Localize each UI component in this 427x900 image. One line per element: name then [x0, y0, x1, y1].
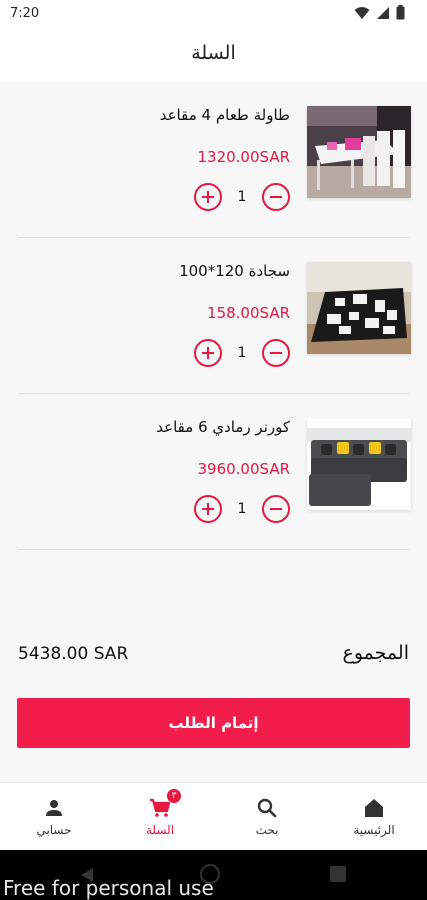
cart-count-badge: ٣: [167, 789, 181, 803]
cart-item: كورنر رمادي 6 مقاعد 3960.00SAR 1: [0, 394, 427, 550]
add-quantity-button[interactable]: [194, 495, 222, 523]
checkout-button[interactable]: إتمام الطلب: [17, 698, 410, 748]
battery-icon: [396, 5, 405, 20]
person-icon: [46, 800, 62, 816]
divider: [18, 549, 409, 550]
remove-quantity-button[interactable]: [262, 495, 290, 523]
cart-list: طاولة طعام 4 مقاعد 1320.00SAR 1 سجادة 12…: [0, 82, 427, 550]
recent-apps-icon[interactable]: [330, 866, 346, 882]
cart-item: طاولة طعام 4 مقاعد 1320.00SAR 1: [0, 82, 427, 238]
item-price: 3960.00SAR: [197, 460, 290, 478]
status-time: 7:20: [10, 6, 40, 21]
total-amount: 5438.00 SAR: [18, 644, 129, 664]
quantity-stepper: 1: [194, 495, 290, 523]
quantity-value: 1: [237, 189, 247, 205]
product-image-corner-sofa[interactable]: [307, 418, 411, 510]
nav-label-account: حسابي: [36, 823, 72, 837]
add-quantity-button[interactable]: [194, 339, 222, 367]
bottom-nav: الرئيسية بحث ٣ السلة حسابي: [0, 782, 427, 850]
total-row: 5438.00 SAR المجموع: [18, 642, 409, 672]
quantity-stepper: 1: [194, 339, 290, 367]
quantity-value: 1: [237, 345, 247, 361]
checkout-button-label: إتمام الطلب: [168, 714, 259, 732]
search-icon: [257, 798, 277, 818]
nav-item-cart[interactable]: ٣ السلة: [110, 783, 210, 851]
item-name: طاولة طعام 4 مقاعد: [159, 106, 290, 124]
add-quantity-button[interactable]: [194, 183, 222, 211]
nav-label-home: الرئيسية: [353, 823, 395, 837]
nav-label-cart: السلة: [145, 823, 175, 837]
watermark: Free for personal use: [3, 876, 214, 900]
item-price: 158.00SAR: [207, 304, 290, 322]
status-icons: [354, 5, 405, 20]
rug-image: [307, 262, 411, 354]
dining-table-image: [307, 106, 411, 198]
item-name: سجادة 120*100: [179, 262, 290, 280]
nav-item-account[interactable]: حسابي: [4, 783, 104, 851]
page-title: السلة: [191, 42, 236, 64]
product-image-dining-table[interactable]: [307, 106, 411, 198]
item-name: كورنر رمادي 6 مقاعد: [156, 418, 290, 436]
total-label: المجموع: [342, 642, 409, 664]
sofa-image: [307, 418, 411, 510]
product-image-rug[interactable]: [307, 262, 411, 354]
remove-quantity-button[interactable]: [262, 339, 290, 367]
nav-label-search: بحث: [255, 823, 279, 837]
wifi-icon: [354, 6, 370, 19]
app-header: السلة: [0, 28, 427, 82]
remove-quantity-button[interactable]: [262, 183, 290, 211]
signal-icon: [377, 6, 389, 19]
quantity-value: 1: [237, 501, 247, 517]
home-icon: [365, 799, 383, 817]
quantity-stepper: 1: [194, 183, 290, 211]
status-bar: 7:20: [0, 0, 427, 28]
item-price: 1320.00SAR: [197, 148, 290, 166]
nav-item-search[interactable]: بحث: [217, 783, 317, 851]
cart-item: سجادة 120*100 158.00SAR 1: [0, 238, 427, 394]
nav-item-home[interactable]: الرئيسية: [324, 783, 424, 851]
